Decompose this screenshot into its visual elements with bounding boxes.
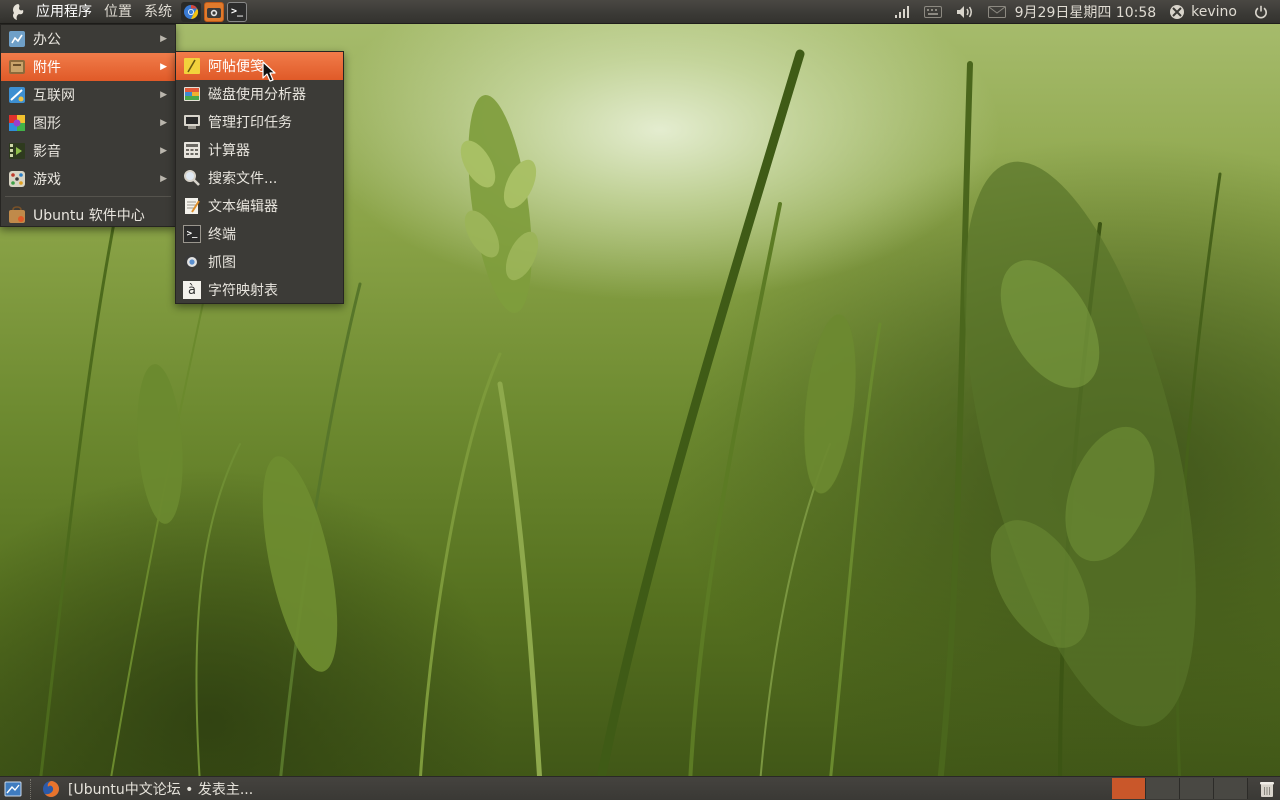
menu-item-print-jobs[interactable]: 管理打印任务 xyxy=(176,108,343,136)
user-name[interactable]: kevino xyxy=(1191,4,1237,20)
top-panel: 应用程序 位置 系统 >_ 9月29日星期四 10:58 kevino xyxy=(0,0,1280,24)
menu-item-calculator[interactable]: 计算器 xyxy=(176,136,343,164)
printer-icon xyxy=(182,112,202,132)
accessories-icon xyxy=(7,57,27,77)
accessories-submenu: 阿帖便笺 磁盘使用分析器 管理打印任务 计算器 搜索文件... 文本编辑器 >_ xyxy=(175,51,344,304)
menu-separator xyxy=(5,196,171,197)
graphics-icon xyxy=(7,113,27,133)
office-icon xyxy=(7,29,27,49)
menu-item-terminal[interactable]: >_ 终端 xyxy=(176,220,343,248)
submenu-arrow-icon: ▶ xyxy=(160,90,167,100)
chromium-icon[interactable] xyxy=(181,1,201,22)
workspace-1[interactable] xyxy=(1112,778,1146,799)
system-menu[interactable]: 系统 xyxy=(138,0,178,24)
screenshot-icon xyxy=(182,252,202,272)
charmap-glyph: à xyxy=(183,281,201,299)
menu-item-games[interactable]: 游戏 ▶ xyxy=(1,165,175,193)
workspace-2[interactable] xyxy=(1146,778,1180,799)
submenu-arrow-icon: ▶ xyxy=(160,62,167,72)
internet-icon xyxy=(7,85,27,105)
mail-icon[interactable] xyxy=(987,0,1006,24)
text-editor-icon xyxy=(182,196,202,216)
clock[interactable]: 9月29日星期四 10:58 xyxy=(1015,2,1157,22)
ubuntu-logo-icon[interactable] xyxy=(6,0,30,24)
user-status-icon[interactable] xyxy=(1169,0,1185,24)
trash-icon[interactable] xyxy=(1256,778,1278,800)
terminal-icon: >_ xyxy=(182,224,202,244)
submenu-arrow-icon: ▶ xyxy=(160,174,167,184)
menu-item-software-center[interactable]: Ubuntu 软件中心 xyxy=(1,200,175,230)
multimedia-icon xyxy=(7,141,27,161)
applications-menu[interactable]: 应用程序 xyxy=(30,0,98,24)
character-map-icon: à xyxy=(182,280,202,300)
menu-item-character-map[interactable]: à 字符映射表 xyxy=(176,276,343,304)
menu-item-search-files[interactable]: 搜索文件... xyxy=(176,164,343,192)
menu-item-graphics[interactable]: 图形 ▶ xyxy=(1,109,175,137)
volume-icon[interactable] xyxy=(956,0,974,24)
menu-item-screenshot[interactable]: 抓图 xyxy=(176,248,343,276)
submenu-arrow-icon: ▶ xyxy=(160,34,167,44)
disk-usage-icon xyxy=(182,84,202,104)
bottom-panel: [Ubuntu中文论坛 • 发表主... xyxy=(0,776,1280,800)
mouse-cursor-icon xyxy=(262,61,276,82)
taskbar-window-button[interactable]: [Ubuntu中文论坛 • 发表主... xyxy=(38,778,261,800)
submenu-arrow-icon: ▶ xyxy=(160,146,167,156)
screenshot-icon[interactable] xyxy=(204,1,224,22)
power-icon[interactable] xyxy=(1254,0,1268,24)
menu-item-multimedia[interactable]: 影音 ▶ xyxy=(1,137,175,165)
terminal-icon[interactable]: >_ xyxy=(227,1,247,22)
submenu-arrow-icon: ▶ xyxy=(160,118,167,128)
sticky-notes-icon xyxy=(182,56,202,76)
calculator-icon xyxy=(182,140,202,160)
menu-item-disk-usage-analyzer[interactable]: 磁盘使用分析器 xyxy=(176,80,343,108)
network-signal-icon[interactable] xyxy=(894,0,910,24)
menu-item-sticky-notes[interactable]: 阿帖便笺 xyxy=(176,52,343,80)
firefox-icon xyxy=(42,780,60,798)
menu-item-office[interactable]: 办公 ▶ xyxy=(1,25,175,53)
workspace-4[interactable] xyxy=(1214,778,1248,799)
applications-dropdown: 办公 ▶ 附件 ▶ 互联网 ▶ 图形 ▶ 影音 ▶ 游戏 ▶ Ubuntu 软件… xyxy=(0,24,176,227)
menu-item-accessories[interactable]: 附件 ▶ xyxy=(1,53,175,81)
menu-item-internet[interactable]: 互联网 ▶ xyxy=(1,81,175,109)
panel-separator xyxy=(30,778,32,799)
menu-item-text-editor[interactable]: 文本编辑器 xyxy=(176,192,343,220)
search-icon xyxy=(182,168,202,188)
terminal-glyph: >_ xyxy=(183,225,201,243)
workspace-3[interactable] xyxy=(1180,778,1214,799)
keyboard-icon[interactable] xyxy=(923,0,942,24)
show-desktop-icon[interactable] xyxy=(2,778,24,800)
games-icon xyxy=(7,169,27,189)
places-menu[interactable]: 位置 xyxy=(98,0,138,24)
workspace-switcher xyxy=(1112,778,1248,800)
software-center-icon xyxy=(7,205,27,225)
